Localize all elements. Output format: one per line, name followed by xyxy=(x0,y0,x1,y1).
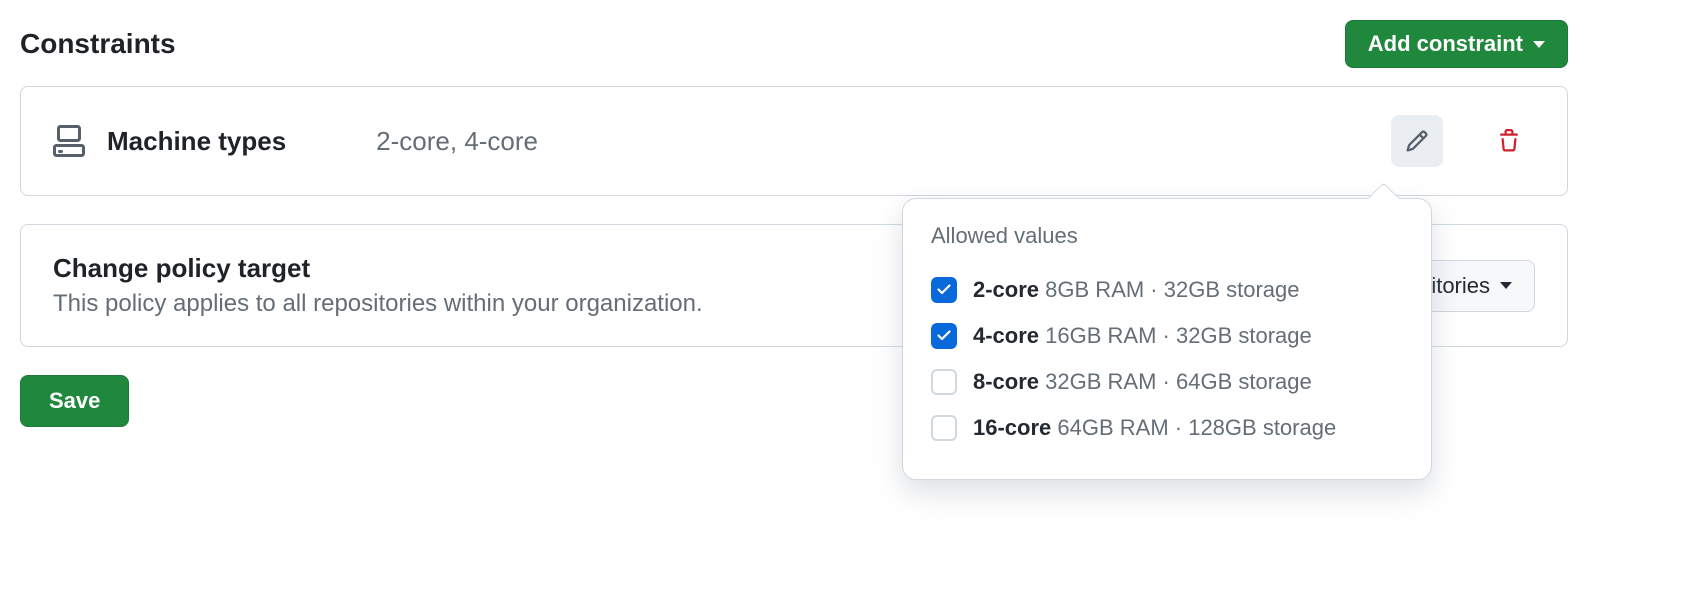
machine-option[interactable]: 8-core 32GB RAM · 64GB storage xyxy=(931,359,1403,405)
codespaces-icon xyxy=(53,125,85,157)
checkbox[interactable] xyxy=(931,369,957,395)
delete-button[interactable] xyxy=(1483,115,1535,167)
constraint-card: Machine types 2-core, 4-core xyxy=(20,86,1568,196)
checkbox[interactable] xyxy=(931,277,957,303)
trash-icon xyxy=(1497,129,1521,153)
constraint-summary: 2-core, 4-core xyxy=(376,126,1369,157)
constraint-name: Machine types xyxy=(107,126,286,157)
save-button[interactable]: Save xyxy=(20,375,129,427)
machine-option[interactable]: 2-core 8GB RAM · 32GB storage xyxy=(931,267,1403,313)
checkbox[interactable] xyxy=(931,415,957,441)
machine-option-label: 2-core 8GB RAM · 32GB storage xyxy=(973,277,1300,303)
check-icon xyxy=(936,328,952,344)
allowed-values-popover: Allowed values 2-core 8GB RAM · 32GB sto… xyxy=(902,198,1432,480)
machine-option[interactable]: 4-core 16GB RAM · 32GB storage xyxy=(931,313,1403,359)
chevron-down-icon xyxy=(1500,282,1512,289)
check-icon xyxy=(936,282,952,298)
section-title: Constraints xyxy=(20,28,176,60)
add-constraint-label: Add constraint xyxy=(1368,31,1523,57)
chevron-down-icon xyxy=(1533,41,1545,48)
checkbox[interactable] xyxy=(931,323,957,349)
machine-option-label: 16-core 64GB RAM · 128GB storage xyxy=(973,415,1336,441)
machine-option[interactable]: 16-core 64GB RAM · 128GB storage xyxy=(931,405,1403,451)
machine-option-label: 4-core 16GB RAM · 32GB storage xyxy=(973,323,1312,349)
add-constraint-button[interactable]: Add constraint xyxy=(1345,20,1568,68)
popover-title: Allowed values xyxy=(931,223,1403,249)
edit-button[interactable] xyxy=(1391,115,1443,167)
machine-option-label: 8-core 32GB RAM · 64GB storage xyxy=(973,369,1312,395)
pencil-icon xyxy=(1405,129,1429,153)
policy-title: Change policy target xyxy=(53,253,703,284)
policy-description: This policy applies to all repositories … xyxy=(53,290,703,318)
